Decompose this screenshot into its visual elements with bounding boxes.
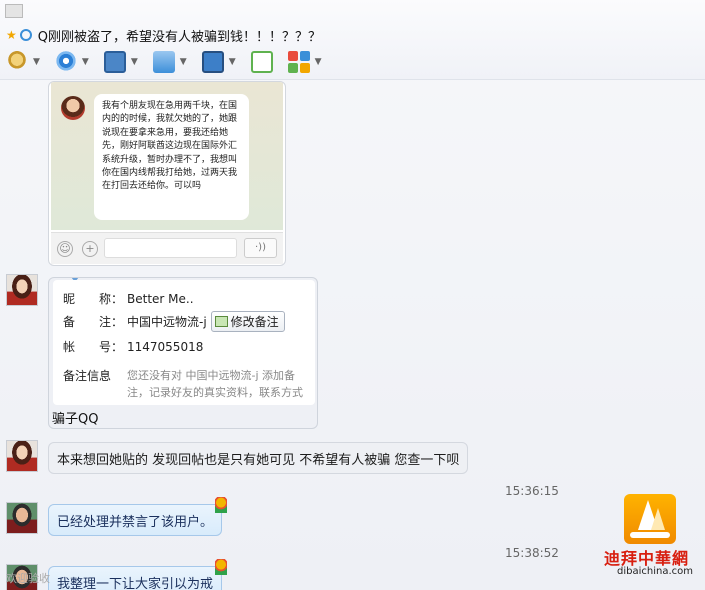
edit-icon bbox=[214, 316, 228, 327]
remote-desktop-icon bbox=[201, 51, 224, 73]
account-label: 帐 号： bbox=[63, 340, 124, 354]
account-row: 帐 号： 1147055018 bbox=[63, 338, 203, 355]
admin-message-bubble[interactable]: 我整理一下让大家引以为戒 bbox=[48, 559, 228, 590]
webcam-icon bbox=[54, 51, 77, 73]
chevron-down-icon[interactable]: ▼ bbox=[82, 57, 89, 67]
avatar[interactable] bbox=[6, 274, 38, 306]
screenshot-bubble-text: 我有个朋友现在急用两千块，在国内的的时候，我就欠她的了，她跟说现在要拿来急用，要… bbox=[94, 94, 249, 220]
watermark-logo bbox=[624, 494, 676, 544]
card-body: 昵 称： Better Me.. 备 注： 中国中远物流-j 修改备注 帐 号：… bbox=[53, 280, 315, 405]
apps-button[interactable]: ▼ bbox=[287, 51, 322, 73]
badge-icon bbox=[215, 559, 228, 575]
group-chat-button[interactable] bbox=[250, 51, 273, 73]
screen-share-button[interactable]: ▼ bbox=[103, 51, 138, 73]
screenshot-input-box bbox=[104, 238, 237, 258]
card-footer-text: 骗子QQ bbox=[52, 412, 99, 427]
emoji-icon: ☺ bbox=[57, 241, 73, 257]
message-bubble[interactable]: 本来想回她贴的 发现回帖也是只有她可见 不希望有人被骗 您查一下呗 bbox=[48, 442, 469, 474]
toolbar: ▼ ▼ ▼ ▼ ▼ ▼ bbox=[6, 48, 337, 76]
group-chat-add-icon bbox=[250, 51, 273, 73]
file-transfer-icon bbox=[152, 51, 175, 73]
remark-row: 备 注： 中国中远物流-j 修改备注 bbox=[63, 311, 285, 332]
screen-share-icon bbox=[103, 51, 126, 73]
plus-icon: + bbox=[82, 241, 98, 257]
edit-remark-label: 修改备注 bbox=[230, 315, 279, 329]
chevron-down-icon[interactable]: ▼ bbox=[315, 57, 322, 67]
status-icon bbox=[19, 29, 32, 41]
note-row: 备注信息 您还没有对 中国中远物流-j 添加备注，记录好友的真实资料，联系方式 bbox=[63, 367, 311, 401]
remark-label: 备 注： bbox=[63, 315, 124, 329]
remote-desktop-button[interactable]: ▼ bbox=[201, 51, 236, 73]
nickname-label: 昵 称： bbox=[63, 292, 124, 306]
avatar[interactable] bbox=[6, 440, 38, 472]
badge-icon bbox=[215, 497, 228, 513]
screenshot-input-bar: ☺ + ·)) bbox=[51, 232, 283, 264]
title-row: ★ Q刚刚被盗了，希望没有人被骗到钱！！！？？？ bbox=[6, 26, 321, 45]
star-icon[interactable]: ★ bbox=[6, 28, 17, 42]
screenshot-message[interactable]: 我有个朋友现在急用两千块，在国内的的时候，我就欠她的了，她跟说现在要拿来急用，要… bbox=[48, 81, 286, 266]
nickname-row: 昵 称： Better Me.. bbox=[63, 290, 194, 307]
screenshot-image: 我有个朋友现在急用两千块，在国内的的时候，我就欠她的了，她跟说现在要拿来急用，要… bbox=[51, 82, 283, 230]
chevron-down-icon[interactable]: ▼ bbox=[33, 57, 40, 67]
voice-search-icon: ·)) bbox=[244, 238, 277, 258]
admin-message-bubble[interactable]: 已经处理并禁言了该用户。 bbox=[48, 497, 228, 536]
chat-title: Q刚刚被盗了，希望没有人被骗到钱！！！？？？ bbox=[37, 29, 321, 45]
partial-label: 欢迎验收 bbox=[6, 572, 50, 585]
watermark-url: dibaichina.com bbox=[617, 566, 693, 577]
voice-call-button[interactable]: ▼ bbox=[6, 51, 40, 73]
video-call-button[interactable]: ▼ bbox=[54, 51, 89, 73]
profile-card[interactable]: 昵 称： Better Me.. 备 注： 中国中远物流-j 修改备注 帐 号：… bbox=[48, 277, 318, 429]
message-text: 已经处理并禁言了该用户。 bbox=[57, 514, 214, 530]
message-list[interactable]: 我有个朋友现在急用两千块，在国内的的时候，我就欠她的了，她跟说现在要拿来急用，要… bbox=[0, 81, 705, 590]
window-icon bbox=[5, 4, 23, 18]
note-text: 您还没有对 中国中远物流-j 添加备注，记录好友的真实资料，联系方式 bbox=[127, 369, 303, 399]
microphone-icon bbox=[6, 51, 28, 73]
edit-remark-button[interactable]: 修改备注 bbox=[210, 311, 285, 332]
file-transfer-button[interactable]: ▼ bbox=[152, 51, 187, 73]
note-label: 备注信息 bbox=[63, 369, 112, 383]
message-time: 15:36:15 bbox=[505, 484, 559, 498]
message-text: 我整理一下让大家引以为戒 bbox=[57, 576, 214, 590]
avatar bbox=[61, 96, 85, 120]
account-value[interactable]: 1147055018 bbox=[127, 340, 203, 354]
apps-grid-icon bbox=[287, 51, 310, 73]
avatar[interactable] bbox=[6, 502, 38, 534]
nickname-value: Better Me.. bbox=[127, 291, 194, 306]
chat-header: ★ Q刚刚被盗了，希望没有人被骗到钱！！！？？？ ▼ ▼ ▼ ▼ ▼ ▼ bbox=[0, 0, 705, 80]
chevron-down-icon[interactable]: ▼ bbox=[131, 57, 138, 67]
remark-value: 中国中远物流-j bbox=[127, 315, 207, 329]
chevron-down-icon[interactable]: ▼ bbox=[229, 57, 236, 67]
chevron-down-icon[interactable]: ▼ bbox=[180, 57, 187, 67]
message-time: 15:38:52 bbox=[505, 546, 559, 560]
